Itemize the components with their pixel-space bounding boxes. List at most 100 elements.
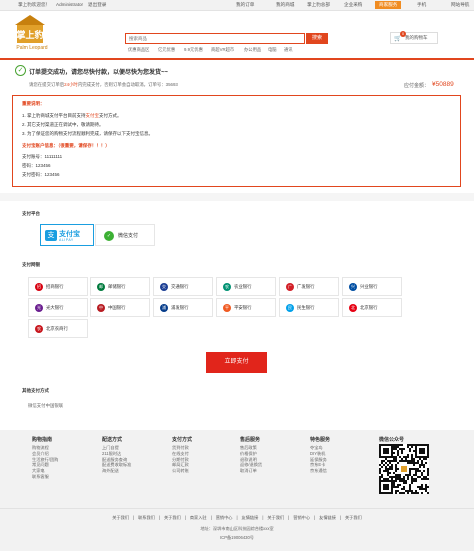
notice-title: 重要说明： — [22, 101, 45, 106]
logout-link[interactable]: 退出登录 — [88, 2, 106, 8]
footer-bottom-link[interactable]: 营销中心 — [216, 515, 233, 520]
bank-option[interactable]: 民民生银行 — [279, 298, 339, 317]
bank-logo-icon: 民 — [286, 304, 294, 312]
wechat-label: 微信支付 — [118, 233, 139, 239]
footer-link[interactable]: 海外配送 — [102, 468, 131, 474]
bank-logo-icon: 浦 — [160, 304, 168, 312]
bank-logo-icon: 交 — [160, 283, 168, 291]
brand-logo[interactable]: 掌上豹 — [14, 14, 46, 44]
other-pay-title: 其他支付方式 — [22, 388, 49, 393]
footer-bottom-link[interactable]: 商家入驻 — [190, 515, 207, 520]
bank-logo-icon: 光 — [35, 304, 43, 312]
bank-name: 广发银行 — [297, 284, 315, 289]
enterprise-link[interactable]: 企业采购 — [344, 2, 362, 8]
bank-option[interactable]: 浦浦发银行 — [153, 298, 213, 317]
site-nav-link[interactable]: 网站导航 — [451, 2, 469, 8]
hotword[interactable]: 办公用品 — [244, 47, 261, 53]
platform-title: 支付平台 — [22, 211, 40, 216]
notice-line-2: 2. 其它支付渠道正在调试中，敬请期待。 — [22, 122, 104, 127]
hotword[interactable]: 亿元优惠 — [158, 47, 175, 53]
bank-option[interactable]: 北北京银行 — [342, 298, 402, 317]
bank-option[interactable]: 招招商银行 — [28, 277, 88, 296]
logo-subtitle: Palm Leopard — [16, 45, 48, 51]
bank-logo-icon: 邮 — [97, 283, 105, 291]
bank-option[interactable]: 农北京农商行 — [28, 319, 88, 338]
bank-option[interactable]: 农农业银行 — [216, 277, 276, 296]
bank-name: 平安银行 — [234, 305, 252, 310]
bank-option[interactable]: 交交通银行 — [153, 277, 213, 296]
other-pay-option[interactable]: 微信支付中国银联 — [28, 403, 63, 409]
search-box — [125, 33, 305, 44]
link-separator: | — [288, 515, 290, 520]
amount-label: 应付金额： — [404, 83, 430, 89]
bank-logo-icon: 农 — [223, 283, 231, 291]
search-input[interactable] — [126, 34, 302, 43]
bank-option[interactable]: 广广发银行 — [279, 277, 339, 296]
welcome-text: 掌上豹欢迎您！ — [18, 2, 51, 7]
bank-name: 农业银行 — [234, 284, 252, 289]
footer-bottom-link[interactable]: 关于我们 — [345, 515, 362, 520]
account-password: 密码：123456 — [22, 163, 51, 168]
footer-link[interactable]: 联系客服 — [32, 474, 58, 480]
bank-name: 兴业银行 — [360, 284, 378, 289]
hotword[interactable]: 商超VR超市 — [211, 47, 234, 53]
link-separator: | — [133, 515, 135, 520]
bank-logo-icon: 平 — [223, 304, 231, 312]
bank-name: 光大银行 — [46, 305, 64, 310]
amount-value: ¥50889 — [432, 81, 454, 88]
bank-option[interactable]: 邮邮储银行 — [90, 277, 150, 296]
footer-bottom-link[interactable]: 营销中心 — [293, 515, 310, 520]
footer-link[interactable]: 京东通信 — [310, 468, 330, 474]
footer-bottom-link[interactable]: 联系我们 — [138, 515, 155, 520]
footer-bottom-link[interactable]: 关于我们 — [267, 515, 284, 520]
footer-bottom-link[interactable]: 关于我们 — [164, 515, 181, 520]
footer-bottom-link[interactable]: 友情链接 — [242, 515, 259, 520]
deadline-highlight: 24小时 — [64, 82, 78, 87]
bank-name: 北京银行 — [360, 305, 378, 310]
hotword[interactable]: 9.9元优惠 — [184, 47, 203, 53]
footer-icp: ICP备19006430号 — [220, 535, 254, 540]
link-separator: | — [236, 515, 238, 520]
bank-name: 邮储银行 — [108, 284, 126, 289]
hotword[interactable]: 优惠商品区 — [128, 47, 149, 53]
bank-option[interactable]: 中中国银行 — [90, 298, 150, 317]
merchant-service-link[interactable]: 商家服务 — [375, 1, 402, 9]
bank-name: 交通银行 — [171, 284, 189, 289]
footer-column: 售后服务 售后政策 价格保护 退款说明 返修/退换货 取消订单 — [240, 436, 262, 474]
footer-link[interactable]: 取消订单 — [240, 468, 262, 474]
hq-link[interactable]: 掌上豹总部 — [307, 2, 330, 8]
bank-logo-icon: 北 — [349, 304, 357, 312]
search-button[interactable]: 搜索 — [306, 33, 328, 44]
alipay-icon: 支 — [45, 230, 57, 241]
footer-column-title: 售后服务 — [240, 437, 261, 443]
username-link[interactable]: Administrator — [56, 2, 83, 7]
wechat-pay-option[interactable]: ✓ 微信支付 — [95, 224, 155, 246]
bank-option[interactable]: 平平安银行 — [216, 298, 276, 317]
qr-code-image — [379, 444, 429, 494]
footer-column: 支付方式 货到付款 在线支付 分期付款 邮局汇款 公司转账 — [172, 436, 192, 474]
success-title: 订单提交成功，请您尽快付款，以便尽快为您发货~~ — [29, 70, 169, 76]
header-divider — [0, 58, 474, 60]
bank-name: 民生银行 — [297, 305, 315, 310]
bank-logo-icon: 广 — [286, 283, 294, 291]
footer-column-title: 购物指南 — [32, 437, 53, 443]
footer-bottom-link[interactable]: 友情链接 — [319, 515, 336, 520]
pay-now-button[interactable]: 立即支付 — [206, 352, 267, 373]
bank-option[interactable]: 光光大银行 — [28, 298, 88, 317]
footer-bottom-link[interactable]: 关于我们 — [112, 515, 129, 520]
my-orders-link[interactable]: 我的订单 — [236, 2, 254, 8]
important-notice: 重要说明： 1. 掌上豹商城支付平台目前支持支付宝支付方式。 2. 其它支付渠道… — [12, 95, 461, 187]
mobile-link[interactable]: 手机 — [417, 2, 426, 8]
footer-column-title: 配送方式 — [102, 437, 123, 443]
account-info-title: 支付宝账户信息：（很重要，请保存！！！） — [22, 143, 110, 148]
alipay-option[interactable]: 支 支付宝 ALIPAY — [40, 224, 94, 246]
hotword[interactable]: 电脑 — [268, 47, 277, 53]
my-mall-link[interactable]: 我的商城 — [276, 2, 294, 8]
section-divider — [0, 193, 474, 201]
bank-option[interactable]: 兴兴业银行 — [342, 277, 402, 296]
bank-logo-icon: 农 — [35, 325, 43, 333]
link-separator: | — [184, 515, 186, 520]
cart-label: 我的购物车 — [405, 35, 428, 40]
hotword[interactable]: 通讯 — [284, 47, 293, 53]
footer-link[interactable]: 公司转账 — [172, 468, 192, 474]
